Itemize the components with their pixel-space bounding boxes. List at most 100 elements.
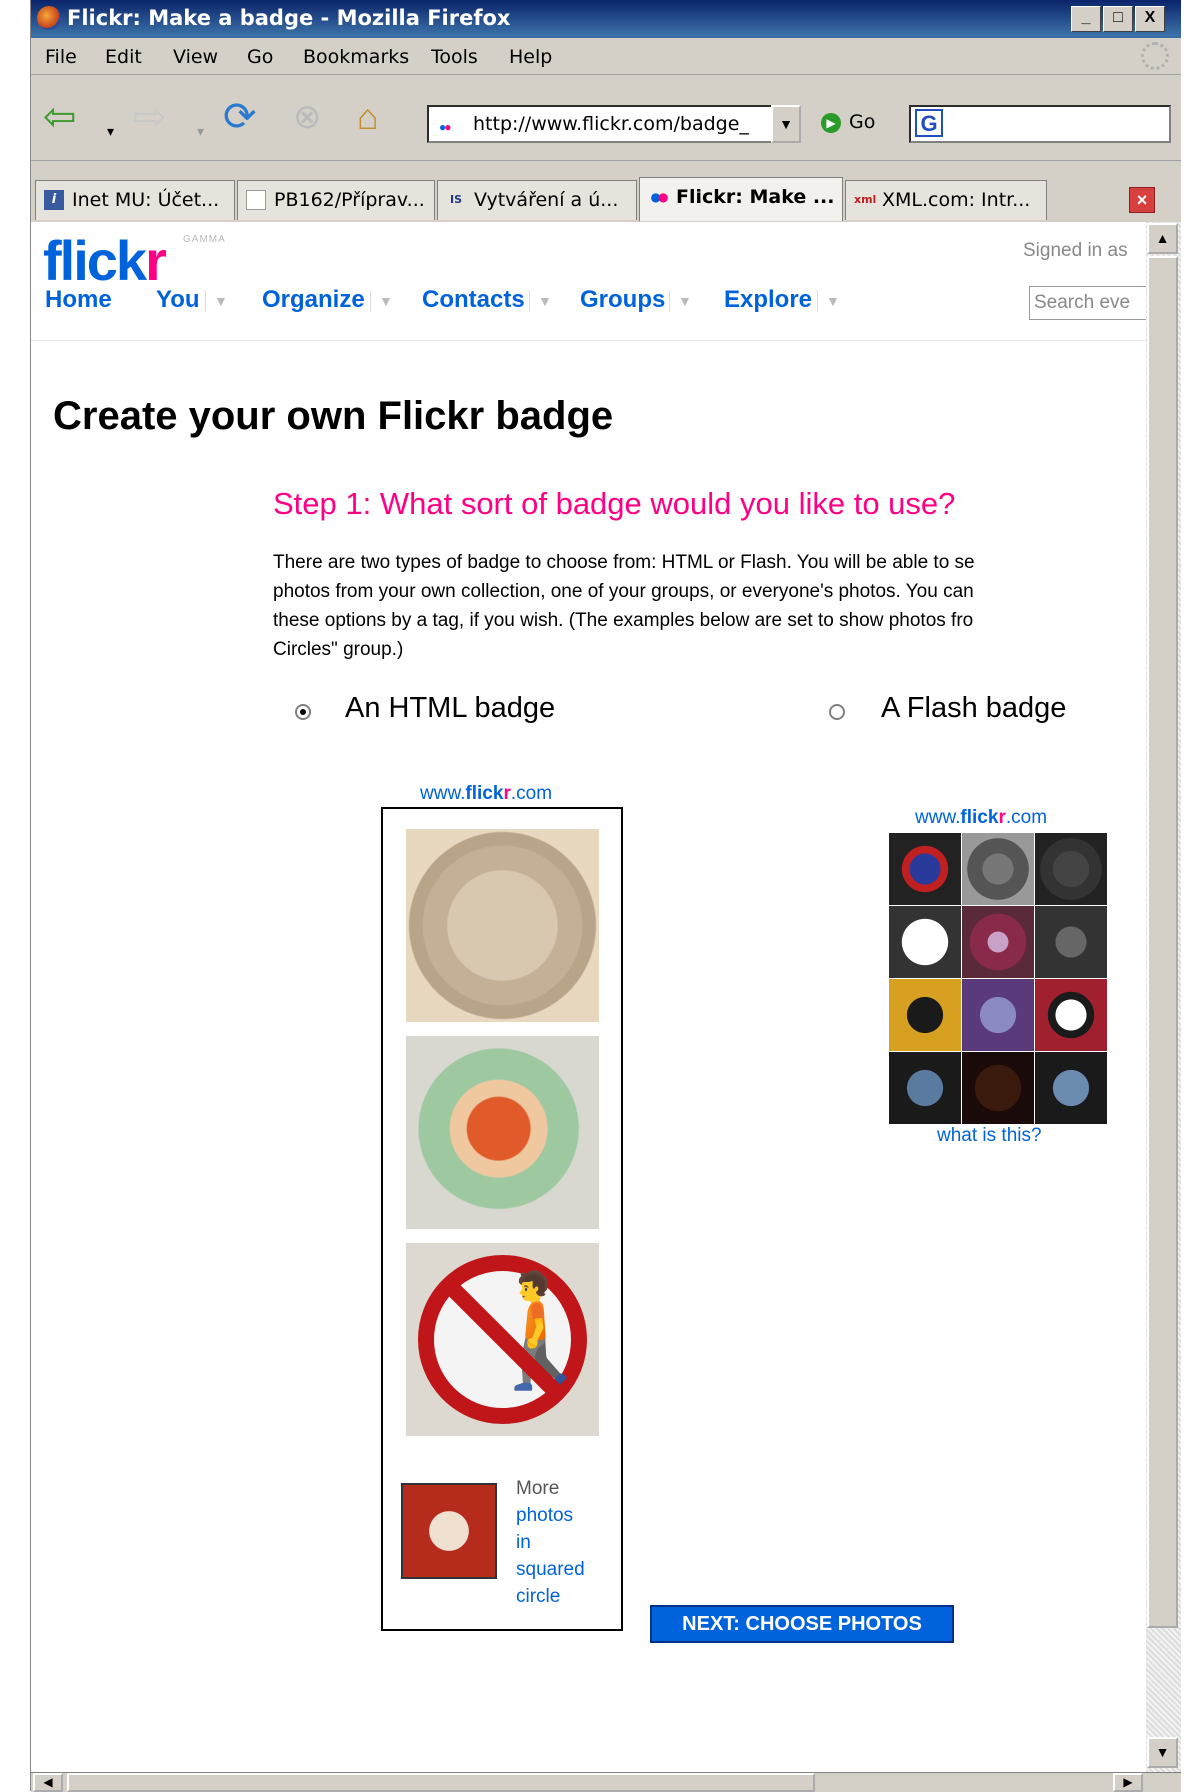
nav-organize[interactable]: Organize <box>262 286 365 314</box>
address-bar[interactable]: ●● http://www.flickr.com/badge_ <box>427 105 775 143</box>
html-badge-header[interactable]: www.flickr.com <box>420 783 552 805</box>
badge-header-pink: r <box>998 807 1006 828</box>
forward-button[interactable]: ⇨ <box>133 95 167 139</box>
flickr-logo[interactable]: flickr GAMMA <box>43 228 225 293</box>
badge-header-prefix: www. <box>915 807 961 828</box>
chevron-down-icon[interactable]: ▼ <box>669 290 692 312</box>
tab-flickr[interactable]: ●● Flickr: Make ... <box>639 177 843 221</box>
group-thumbnail[interactable] <box>401 1483 497 1579</box>
tab-label: Vytváření a ú... <box>474 189 619 211</box>
more-link-line[interactable]: in <box>516 1529 585 1556</box>
tab-inet-mu[interactable]: i Inet MU: Účet... <box>35 180 235 220</box>
step-description: There are two types of badge to choose f… <box>273 548 1146 664</box>
maximize-button[interactable]: □ <box>1103 6 1133 32</box>
html-badge-radio[interactable] <box>295 704 311 720</box>
logo-pink-text: r <box>145 229 167 292</box>
chevron-down-icon[interactable]: ▼ <box>205 290 228 312</box>
next-choose-photos-button[interactable]: NEXT: CHOOSE PHOTOS <box>650 1605 954 1643</box>
tab-label: PB162/Příprav... <box>274 189 425 211</box>
grid-photo <box>1035 979 1107 1051</box>
flash-badge-radio[interactable] <box>829 704 845 720</box>
reload-icon[interactable]: ⟳ <box>223 95 257 139</box>
menu-go[interactable]: Go <box>247 46 273 68</box>
tab-vytvareni[interactable]: IS Vytváření a ú... <box>437 180 637 220</box>
badge-header-prefix: www. <box>420 783 466 804</box>
menu-help[interactable]: Help <box>509 46 552 68</box>
badge-photo-no-walking-sign[interactable]: 🚶 <box>406 1243 609 1436</box>
scroll-thumb[interactable] <box>1147 256 1178 1628</box>
menu-bar: File Edit View Go Bookmarks Tools Help <box>31 38 1181 75</box>
is-icon: IS <box>449 193 462 206</box>
html-badge-preview: 🚶 More photos in squared circle <box>381 807 623 1631</box>
close-window-button[interactable]: X <box>1135 6 1165 32</box>
nav-you[interactable]: You <box>156 286 200 314</box>
tab-pb162[interactable]: PB162/Příprav... <box>237 180 435 220</box>
html-badge-label[interactable]: An HTML badge <box>345 692 555 725</box>
scroll-left-icon[interactable]: ◀ <box>33 1773 63 1792</box>
title-bar: Flickr: Make a badge - Mozilla Firefox _… <box>31 0 1181 38</box>
horizontal-scroll-thumb[interactable] <box>67 1773 815 1792</box>
go-arrow-icon: ▶ <box>821 112 841 133</box>
close-tab-icon[interactable]: × <box>1129 187 1155 213</box>
menu-bookmarks[interactable]: Bookmarks <box>303 46 409 68</box>
go-button[interactable]: ▶ Go <box>821 111 875 133</box>
scroll-down-icon[interactable]: ▼ <box>1147 1737 1178 1768</box>
forward-dropdown-icon[interactable]: ▾ <box>197 109 204 153</box>
tab-bar: i Inet MU: Účet... PB162/Příprav... IS V… <box>31 177 1181 223</box>
tab-xml[interactable]: xml XML.com: Intr... <box>845 180 1047 220</box>
back-button[interactable]: ⇦ <box>43 95 77 139</box>
more-photos-text: More photos in squared circle <box>516 1475 585 1610</box>
nav-home[interactable]: Home <box>45 286 112 314</box>
badge-header-suffix: .com <box>1005 807 1048 828</box>
grid-photo <box>889 1052 961 1124</box>
grid-photo <box>1035 1052 1107 1124</box>
menu-view[interactable]: View <box>173 46 218 68</box>
grid-photo <box>962 906 1034 978</box>
url-text: http://www.flickr.com/badge_ <box>473 113 749 135</box>
more-link-line[interactable]: circle <box>516 1583 585 1610</box>
more-link-line[interactable]: squared <box>516 1556 585 1583</box>
more-link-line[interactable]: photos <box>516 1502 585 1529</box>
step-heading: Step 1: What sort of badge would you lik… <box>273 486 956 521</box>
minimize-button[interactable]: _ <box>1071 6 1101 32</box>
google-search-box[interactable]: G <box>909 105 1171 143</box>
vertical-scrollbar[interactable]: ▲ ▼ <box>1146 222 1181 1772</box>
site-search-input[interactable]: Search eve <box>1029 286 1146 320</box>
menu-file[interactable]: File <box>45 46 77 68</box>
badge-photo-bowl[interactable] <box>406 1036 599 1229</box>
badge-header-blue: flick <box>465 783 504 804</box>
url-dropdown-button[interactable]: ▼ <box>771 105 801 143</box>
flash-badge-header[interactable]: www.flickr.com <box>915 807 1047 829</box>
menu-edit[interactable]: Edit <box>105 46 142 68</box>
badge-header-suffix: .com <box>510 783 553 804</box>
chevron-down-icon[interactable]: ▼ <box>370 290 393 312</box>
logo-blue-text: flick <box>43 229 147 292</box>
page-content: flickr GAMMA Signed in as Home You ▼ Org… <box>31 222 1146 1772</box>
flash-photo-grid[interactable] <box>889 833 1107 1124</box>
what-is-this-link[interactable]: what is this? <box>937 1125 1042 1147</box>
horizontal-scrollbar[interactable]: ◀ ▶ <box>31 1772 1181 1792</box>
nav-contacts[interactable]: Contacts <box>422 286 525 314</box>
stop-icon[interactable]: ⊗ <box>293 95 322 139</box>
scroll-right-icon[interactable]: ▶ <box>1113 1773 1143 1792</box>
menu-tools[interactable]: Tools <box>431 46 478 68</box>
back-dropdown-icon[interactable]: ▾ <box>107 109 114 153</box>
google-icon[interactable]: G <box>915 109 943 137</box>
nav-explore[interactable]: Explore <box>724 286 812 314</box>
xml-icon: xml <box>854 193 877 206</box>
firefox-icon <box>37 6 61 30</box>
chevron-down-icon[interactable]: ▼ <box>529 290 552 312</box>
desktop-edge <box>0 0 30 1791</box>
badge-photo-eagle[interactable] <box>406 829 599 1022</box>
chevron-down-icon[interactable]: ▼ <box>817 290 840 312</box>
scroll-up-icon[interactable]: ▲ <box>1147 223 1178 254</box>
site-nav: Home You ▼ Organize ▼ Contacts ▼ Groups … <box>45 286 1145 326</box>
description-line: There are two types of badge to choose f… <box>273 552 975 573</box>
flash-badge-label[interactable]: A Flash badge <box>881 692 1066 725</box>
grid-photo <box>1035 906 1107 978</box>
go-label: Go <box>849 111 876 133</box>
document-icon <box>246 190 266 210</box>
home-icon[interactable]: ⌂ <box>357 95 379 139</box>
nav-groups[interactable]: Groups <box>580 286 665 314</box>
window-title: Flickr: Make a badge - Mozilla Firefox <box>67 6 511 30</box>
